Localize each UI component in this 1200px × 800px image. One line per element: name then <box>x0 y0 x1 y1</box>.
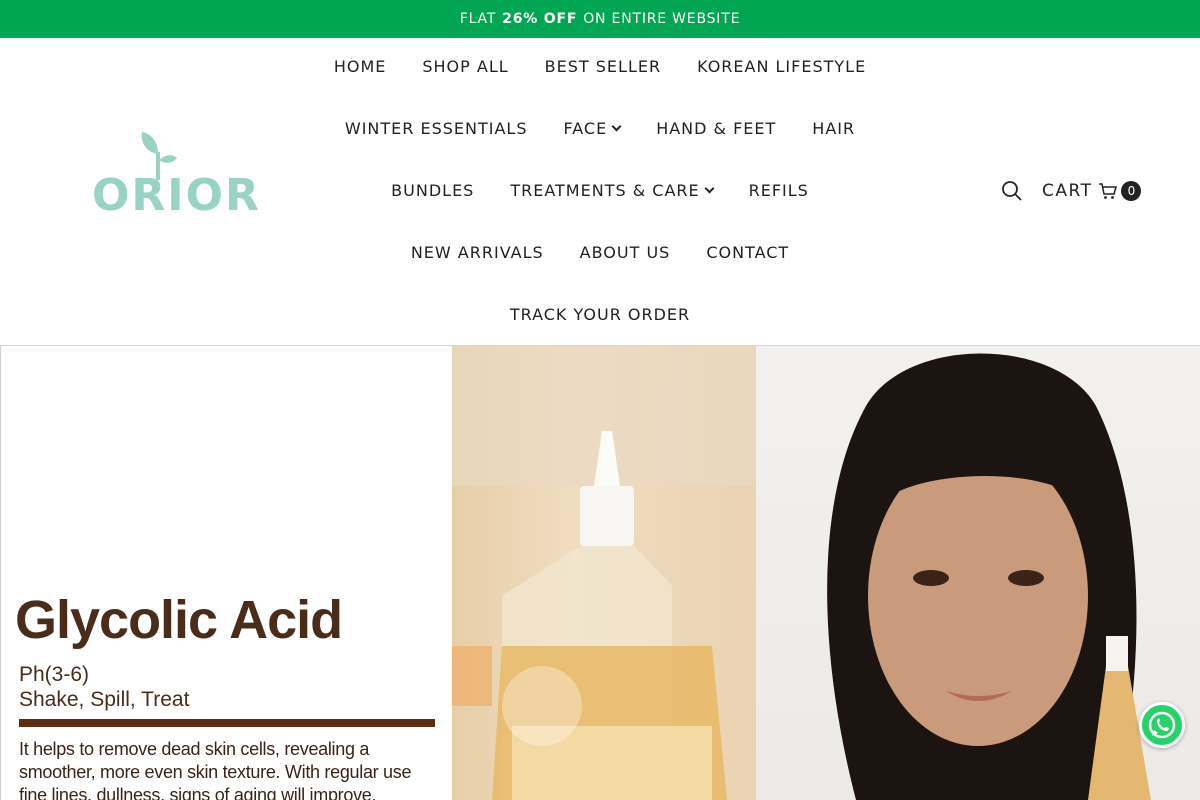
site-header: ORIOR HOME SHOP ALL BEST SELLER KOREAN L… <box>0 38 1200 346</box>
product-ph: Ph(3-6) <box>19 663 90 686</box>
hero-product-image <box>452 346 756 800</box>
nav-hand-feet[interactable]: HAND & FEET <box>638 119 794 138</box>
announcement-discount: 26% OFF <box>502 11 578 27</box>
search-icon <box>1002 181 1022 201</box>
hero-banner[interactable]: Glycolic Acid Ph(3-6) Shake, Spill, Trea… <box>0 346 1200 800</box>
product-bottle-image <box>452 346 756 800</box>
search-button[interactable] <box>1001 180 1023 202</box>
nav-face-label: FACE <box>563 118 608 138</box>
cart-icon <box>1099 183 1118 199</box>
product-description: It helps to remove dead skin cells, reve… <box>19 739 412 800</box>
nav-refils[interactable]: REFILS <box>731 181 827 200</box>
announcement-bar: FLAT 26% OFF ON ENTIRE WEBSITE <box>0 0 1200 38</box>
nav-best-seller[interactable]: BEST SELLER <box>527 57 679 76</box>
nav-contact[interactable]: CONTACT <box>688 243 807 262</box>
nav-row-4: NEW ARRIVALS ABOUT US CONTACT <box>0 237 1200 267</box>
nav-row-1: HOME SHOP ALL BEST SELLER KOREAN LIFESTY… <box>0 51 1200 81</box>
whatsapp-chat-button[interactable] <box>1139 702 1185 748</box>
nav-row-5: TRACK YOUR ORDER <box>0 299 1200 329</box>
chevron-down-icon <box>611 121 622 131</box>
cart-button[interactable]: CART 0 <box>1042 179 1142 203</box>
cart-label: CART <box>1042 181 1093 201</box>
hero-product-info: Glycolic Acid Ph(3-6) Shake, Spill, Trea… <box>0 346 452 800</box>
nav-new-arrivals[interactable]: NEW ARRIVALS <box>393 243 562 262</box>
divider <box>19 719 435 727</box>
nav-row-2: WINTER ESSENTIALS FACE HAND & FEET HAIR <box>0 113 1200 143</box>
nav-track-order[interactable]: TRACK YOUR ORDER <box>492 305 708 324</box>
nav-about-us[interactable]: ABOUT US <box>562 243 689 262</box>
nav-korean-lifestyle[interactable]: KOREAN LIFESTYLE <box>679 57 884 76</box>
whatsapp-icon <box>1148 711 1176 739</box>
nav-shop-all[interactable]: SHOP ALL <box>404 57 526 76</box>
nav-hair[interactable]: HAIR <box>794 119 873 138</box>
nav-treatments-label: TREATMENTS & CARE <box>510 180 700 200</box>
hero-model-image <box>756 346 1200 800</box>
nav-bundles[interactable]: BUNDLES <box>373 181 492 200</box>
chevron-down-icon <box>704 183 715 193</box>
model-photo <box>827 353 1151 800</box>
nav-winter-essentials[interactable]: WINTER ESSENTIALS <box>327 119 546 138</box>
nav-treatments-care[interactable]: TREATMENTS & CARE <box>492 181 730 200</box>
cart-count-badge: 0 <box>1121 181 1142 201</box>
announcement-prefix: FLAT <box>459 11 497 27</box>
nav-face[interactable]: FACE <box>546 119 639 138</box>
nav-home[interactable]: HOME <box>316 57 405 76</box>
announcement-suffix: ON ENTIRE WEBSITE <box>583 11 741 27</box>
product-tagline: Shake, Spill, Treat <box>19 688 190 711</box>
product-title: Glycolic Acid <box>15 590 343 650</box>
